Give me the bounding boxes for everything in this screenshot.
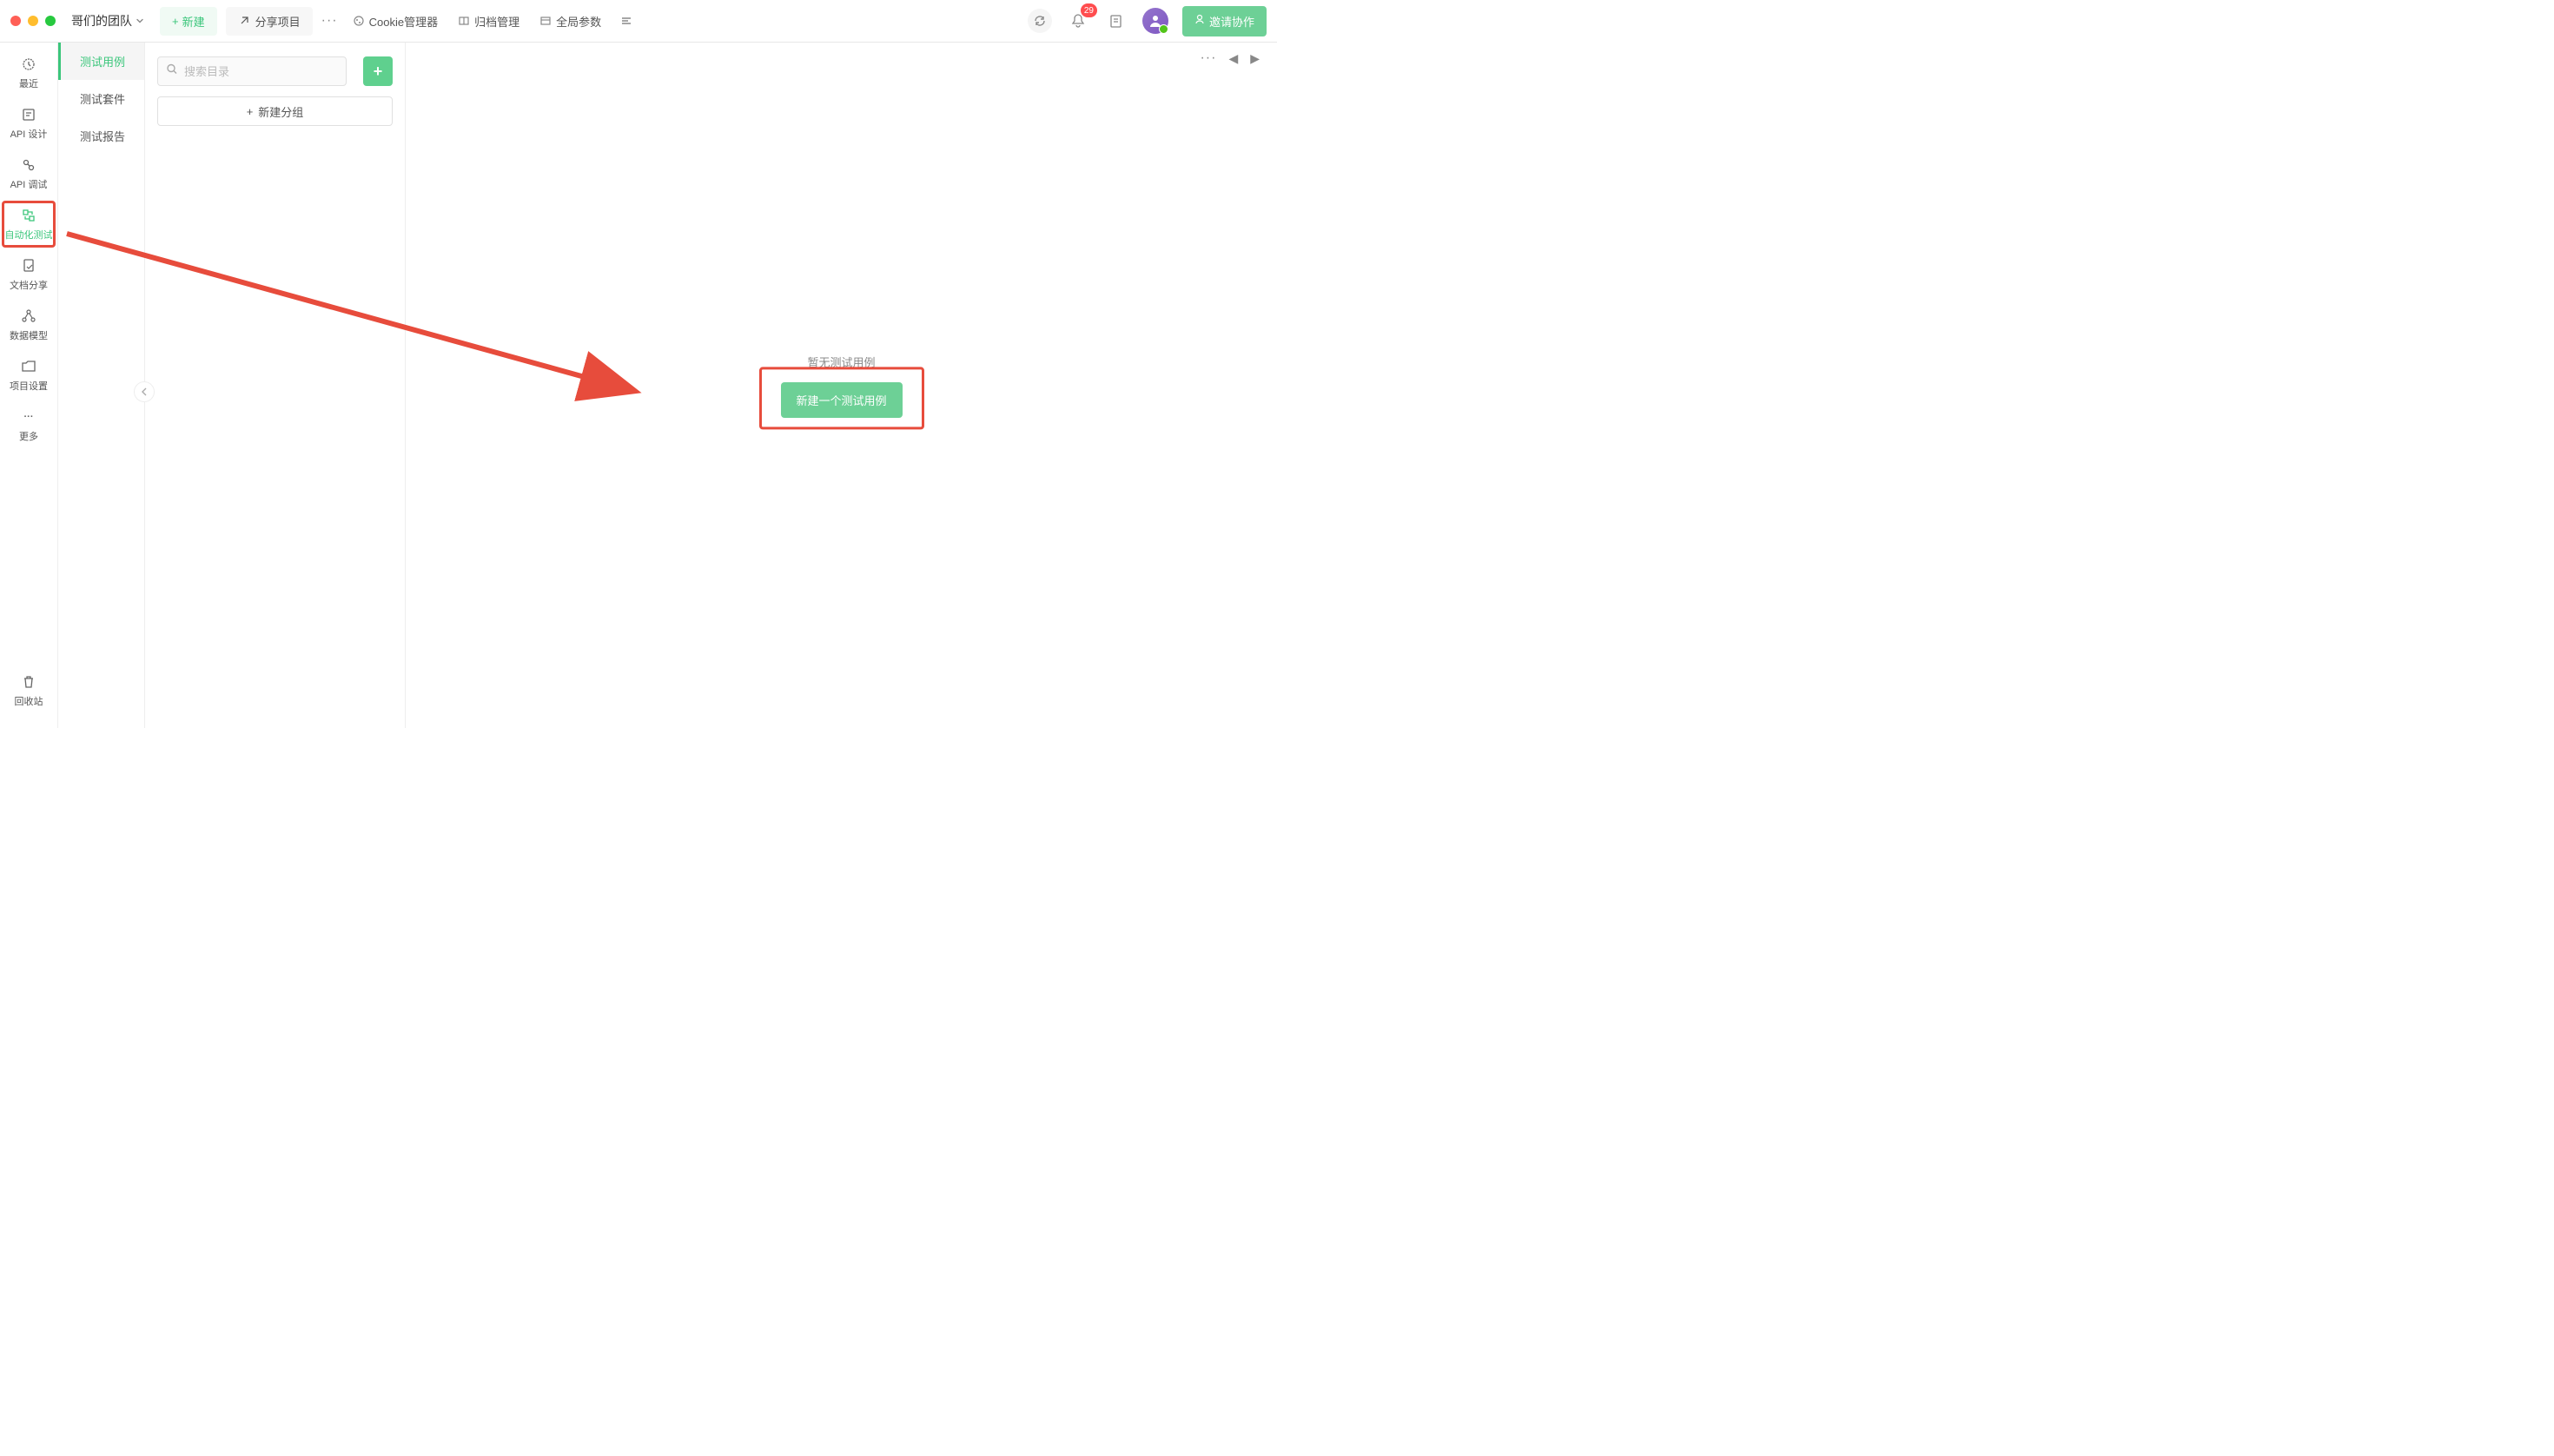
- sidebar-item-more[interactable]: ··· 更多: [2, 402, 56, 449]
- plus-icon: +: [172, 15, 179, 28]
- toggle-panel-button[interactable]: [615, 11, 638, 30]
- search-row: +: [157, 56, 393, 86]
- notes-button[interactable]: [1104, 9, 1128, 33]
- sidebar-label: 回收站: [15, 694, 43, 708]
- global-params-button[interactable]: 全局参数: [533, 10, 606, 33]
- notifications-button[interactable]: 29: [1066, 9, 1090, 33]
- sidebar-label: 数据模型: [10, 328, 48, 342]
- plus-icon: +: [247, 105, 254, 118]
- create-test-case-button[interactable]: 新建一个测试用例: [780, 382, 902, 418]
- user-avatar[interactable]: [1142, 8, 1168, 34]
- trash-icon: [20, 673, 37, 691]
- person-icon: [1194, 14, 1206, 28]
- sidebar: 最近 API 设计 API 调试 自动化测试 文档分享: [0, 43, 58, 728]
- sync-button[interactable]: [1028, 9, 1052, 33]
- tab-test-reports[interactable]: 测试报告: [58, 117, 144, 155]
- chevron-down-icon: [136, 17, 144, 25]
- sidebar-label: 自动化测试: [5, 228, 53, 242]
- content-area: ··· ◀ ▶ 暂无测试用例 新建一个测试用例: [406, 43, 1277, 728]
- doc-share-icon: [20, 257, 37, 275]
- settings-icon: [20, 358, 37, 375]
- archive-manager-label: 归档管理: [474, 13, 519, 30]
- close-window-button[interactable]: [10, 16, 21, 26]
- sidebar-item-api-design[interactable]: API 设计: [2, 100, 56, 147]
- team-name-label: 哥们的团队: [71, 12, 132, 30]
- empty-state: 暂无测试用例 新建一个测试用例: [780, 354, 902, 418]
- sidebar-item-recent[interactable]: 最近: [2, 50, 56, 96]
- sidebar-item-doc-share[interactable]: 文档分享: [2, 251, 56, 298]
- create-button-label: 新建一个测试用例: [796, 394, 886, 407]
- new-group-label: 新建分组: [258, 103, 303, 120]
- team-selector[interactable]: 哥们的团队: [71, 12, 144, 30]
- share-icon: [238, 14, 252, 28]
- tab-test-suites[interactable]: 测试套件: [58, 80, 144, 117]
- tab-test-cases[interactable]: 测试用例: [58, 43, 144, 80]
- content-more-button[interactable]: ···: [1200, 50, 1216, 66]
- design-icon: [20, 106, 37, 123]
- tab-label: 测试报告: [80, 130, 125, 143]
- sidebar-item-data-model[interactable]: 数据模型: [2, 301, 56, 348]
- sidebar-item-api-debug[interactable]: API 调试: [2, 150, 56, 197]
- nav-prev-button[interactable]: ◀: [1228, 51, 1238, 66]
- tab-label: 测试套件: [80, 93, 125, 106]
- minimize-window-button[interactable]: [28, 16, 38, 26]
- subpanel: 测试用例 测试套件 测试报告: [58, 43, 145, 728]
- titlebar: 哥们的团队 + 新建 分享项目 ··· Cookie管理器 归档管理 全局参数: [0, 0, 1277, 43]
- plus-icon: +: [374, 63, 383, 81]
- sidebar-label: 项目设置: [10, 379, 48, 393]
- maximize-window-button[interactable]: [45, 16, 56, 26]
- window-controls: [10, 16, 56, 26]
- sidebar-label: 文档分享: [10, 278, 48, 292]
- share-button-label: 分享项目: [255, 13, 301, 30]
- new-button[interactable]: + 新建: [160, 7, 217, 36]
- search-icon: [166, 63, 178, 80]
- model-icon: [20, 308, 37, 325]
- sidebar-item-project-settings[interactable]: 项目设置: [2, 352, 56, 399]
- tree-panel: + + 新建分组: [145, 43, 406, 728]
- sidebar-label: API 调试: [10, 177, 48, 191]
- invite-button-label: 邀请协作: [1209, 13, 1254, 30]
- nav-next-button[interactable]: ▶: [1250, 51, 1260, 66]
- cookie-icon: [352, 14, 366, 28]
- global-params-label: 全局参数: [556, 13, 601, 30]
- more-menu-button[interactable]: ···: [321, 13, 338, 29]
- sidebar-item-auto-test[interactable]: 自动化测试: [2, 201, 56, 248]
- invite-collab-button[interactable]: 邀请协作: [1182, 6, 1267, 36]
- empty-text: 暂无测试用例: [780, 354, 902, 370]
- add-button[interactable]: +: [363, 56, 393, 86]
- archive-manager-button[interactable]: 归档管理: [452, 10, 525, 33]
- collapse-handle[interactable]: [134, 381, 155, 402]
- sidebar-item-trash[interactable]: 回收站: [2, 667, 56, 714]
- sidebar-label: 更多: [19, 429, 38, 443]
- new-button-label: 新建: [182, 13, 205, 30]
- titlebar-right: 29 邀请协作: [1028, 6, 1267, 36]
- new-group-button[interactable]: + 新建分组: [157, 96, 393, 126]
- cookie-manager-label: Cookie管理器: [369, 13, 438, 30]
- content-toolbar: ··· ◀ ▶: [406, 43, 1277, 74]
- debug-icon: [20, 156, 37, 174]
- notification-badge: 29: [1081, 3, 1097, 17]
- search-input[interactable]: [157, 56, 347, 86]
- params-icon: [539, 14, 552, 28]
- cookie-manager-button[interactable]: Cookie管理器: [347, 10, 443, 33]
- archive-icon: [457, 14, 471, 28]
- history-icon: [20, 56, 37, 73]
- sidebar-label: 最近: [19, 76, 38, 90]
- sidebar-label: API 设计: [10, 127, 48, 141]
- share-project-button[interactable]: 分享项目: [226, 7, 313, 36]
- tab-label: 测试用例: [80, 56, 125, 69]
- main-layout: 最近 API 设计 API 调试 自动化测试 文档分享: [0, 43, 1277, 728]
- more-icon: ···: [20, 408, 37, 426]
- automation-icon: [20, 207, 37, 224]
